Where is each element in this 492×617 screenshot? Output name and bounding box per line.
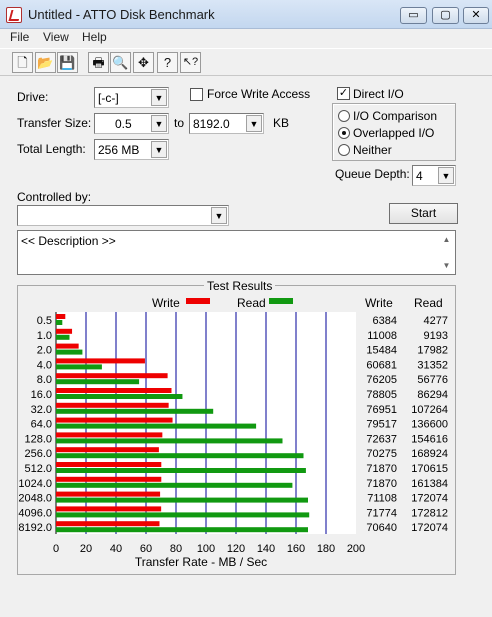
row-size-label: 128.0 — [24, 433, 52, 445]
write-value-cell: 71870 — [366, 478, 397, 490]
write-bar — [56, 388, 172, 393]
read-value-cell: 56776 — [417, 374, 448, 386]
read-value-cell: 172074 — [411, 522, 448, 534]
row-size-label: 4096.0 — [18, 507, 52, 519]
x-tick-label: 0 — [53, 543, 59, 555]
row-size-label: 2048.0 — [18, 493, 52, 505]
write-bar — [56, 314, 66, 319]
x-tick-label: 40 — [110, 543, 122, 555]
read-bar — [56, 527, 308, 533]
row-size-label: 1024.0 — [18, 478, 52, 490]
status-area — [0, 600, 492, 617]
x-tick-label: 60 — [140, 543, 152, 555]
read-value-cell: 9193 — [424, 330, 448, 342]
chart-value-cells: 6384 4277 11008 9193 15484 17982 60681 31352 762… — [366, 315, 448, 534]
write-value-cell: 70275 — [366, 448, 397, 460]
x-tick-label: 100 — [197, 543, 215, 555]
read-bar — [56, 512, 310, 518]
read-bar — [56, 408, 214, 414]
write-bar — [56, 506, 162, 512]
write-value-cell: 70640 — [366, 522, 397, 534]
row-size-label: 8192.0 — [18, 522, 52, 534]
read-value-cell: 170615 — [411, 463, 448, 475]
read-bar — [56, 364, 102, 370]
read-value-cell: 161384 — [411, 478, 448, 490]
write-bar — [56, 402, 169, 408]
x-tick-label: 200 — [347, 543, 365, 555]
write-bar — [56, 328, 73, 334]
read-bar — [56, 468, 306, 473]
results-chart: 0 20 40 60 80 100 120 140 160 180 200 0.5 1.0 2.0 4.0… — [18, 312, 448, 569]
write-bar — [56, 432, 163, 438]
row-size-label: 8.0 — [37, 374, 52, 386]
write-bar — [56, 447, 159, 453]
write-value-cell: 71870 — [366, 463, 397, 475]
read-value-cell: 172074 — [411, 493, 448, 505]
read-value-cell: 4277 — [424, 315, 448, 327]
row-size-label: 256.0 — [24, 448, 52, 460]
read-bar — [56, 438, 283, 444]
write-value-cell: 76951 — [366, 404, 397, 416]
read-bar — [56, 482, 293, 488]
write-bar — [56, 521, 160, 527]
chart-x-ticks: 0 20 40 60 80 100 120 140 160 180 200 — [53, 543, 365, 555]
read-bar — [56, 334, 70, 340]
x-tick-label: 80 — [170, 543, 182, 555]
read-bar — [56, 379, 140, 385]
read-value-cell: 154616 — [411, 433, 448, 445]
x-tick-label: 160 — [287, 543, 305, 555]
row-size-label: 64.0 — [31, 419, 52, 431]
row-size-label: 2.0 — [37, 345, 52, 357]
read-bar — [56, 423, 257, 429]
write-value-cell: 60681 — [366, 359, 397, 371]
write-value-cell: 79517 — [366, 419, 397, 431]
row-size-label: 1.0 — [37, 330, 52, 342]
write-bar — [56, 491, 161, 497]
chart-row-labels: 0.5 1.0 2.0 4.0 8.0 16.0 32.0 64.0 128.0 256.0 512… — [18, 315, 52, 534]
read-bar — [56, 497, 308, 503]
row-size-label: 4.0 — [37, 359, 52, 371]
write-bar — [56, 462, 162, 467]
read-value-cell: 168924 — [411, 448, 448, 460]
read-value-cell: 17982 — [417, 345, 448, 357]
row-size-label: 16.0 — [31, 389, 52, 401]
x-tick-label: 20 — [80, 543, 92, 555]
x-tick-label: 120 — [227, 543, 245, 555]
read-bar — [56, 394, 183, 399]
read-value-cell: 136600 — [411, 419, 448, 431]
read-bar — [56, 320, 63, 325]
read-bar — [56, 453, 304, 459]
write-value-cell: 76205 — [366, 374, 397, 386]
write-value-cell: 11008 — [367, 330, 397, 342]
write-bar — [56, 358, 145, 364]
write-value-cell: 71108 — [367, 493, 397, 505]
read-bar — [56, 349, 83, 355]
read-value-cell: 86294 — [417, 389, 448, 401]
read-value-cell: 31352 — [417, 359, 448, 371]
read-value-cell: 172812 — [411, 507, 448, 519]
write-value-cell: 71774 — [366, 507, 397, 519]
x-tick-label: 180 — [317, 543, 335, 555]
write-value-cell: 78805 — [366, 389, 397, 401]
x-axis-title: Transfer Rate - MB / Sec — [135, 555, 267, 569]
write-value-cell: 6384 — [373, 315, 397, 327]
write-bar — [56, 373, 168, 379]
write-bar — [56, 417, 173, 423]
row-size-label: 512.0 — [24, 463, 52, 475]
write-value-cell: 15484 — [366, 345, 397, 357]
x-tick-label: 140 — [257, 543, 275, 555]
read-value-cell: 107264 — [411, 404, 448, 416]
write-bar — [56, 343, 79, 349]
row-size-label: 32.0 — [31, 404, 52, 416]
write-bar — [56, 476, 162, 482]
row-size-label: 0.5 — [37, 315, 52, 327]
write-value-cell: 72637 — [366, 433, 397, 445]
